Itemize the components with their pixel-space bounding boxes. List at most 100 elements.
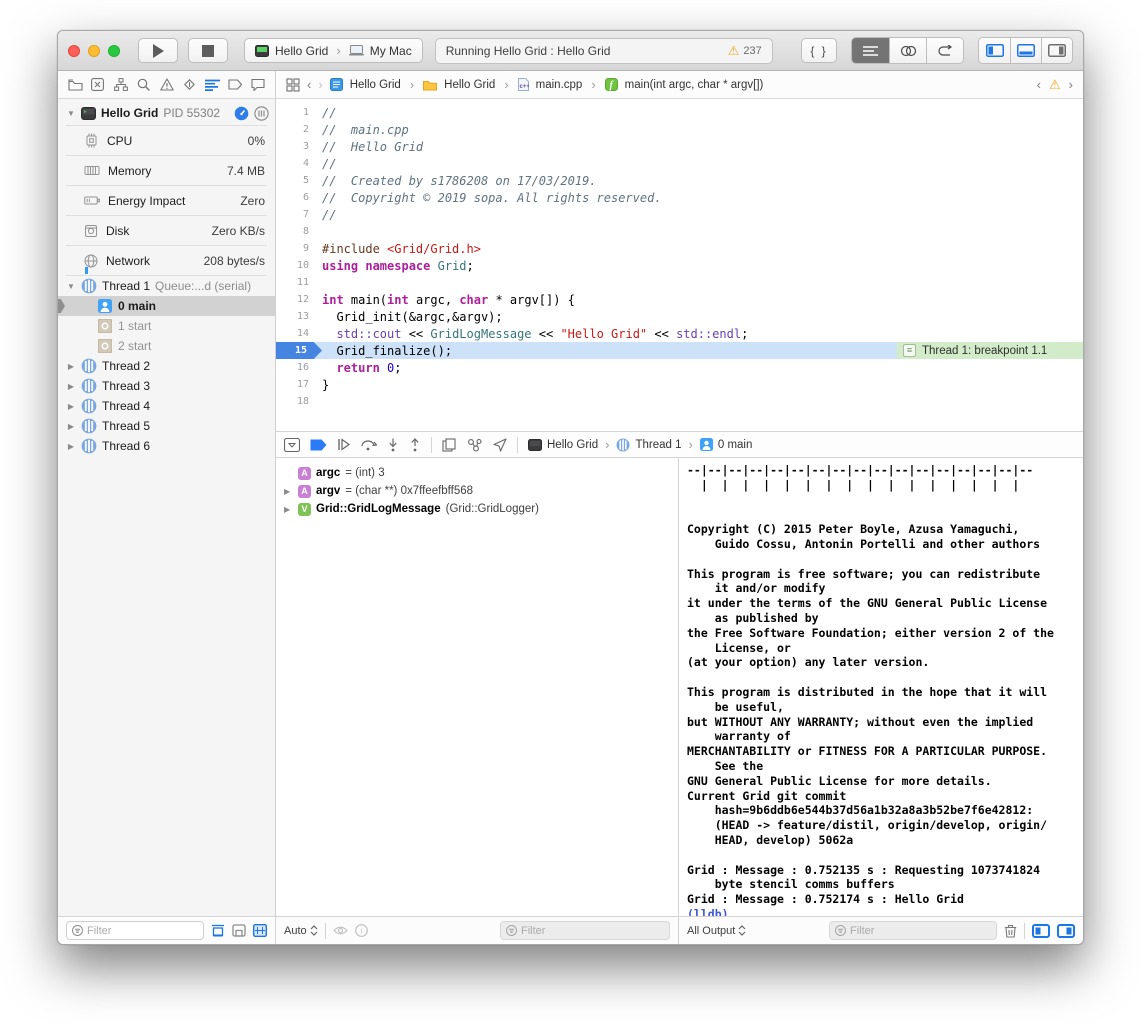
disclosure-closed-icon[interactable]: ▶: [66, 382, 76, 391]
line-number[interactable]: 10: [276, 260, 322, 271]
disclosure-closed-icon[interactable]: ▶: [66, 402, 76, 411]
debug-navigator-tab[interactable]: [203, 76, 221, 94]
close-window-button[interactable]: [68, 45, 80, 57]
minimize-window-button[interactable]: [88, 45, 100, 57]
variable-row[interactable]: ▶VGrid::GridLogMessage(Grid::GridLogger): [276, 500, 678, 518]
filter-input[interactable]: [87, 925, 198, 937]
line-number[interactable]: 8: [276, 226, 322, 237]
view-hierarchy-button[interactable]: [442, 438, 457, 452]
quicklook-eye-icon[interactable]: [333, 925, 348, 936]
line-number[interactable]: 9: [276, 243, 322, 254]
project-navigator-tab[interactable]: [66, 76, 84, 94]
hide-debug-area-button[interactable]: [284, 438, 300, 452]
line-number[interactable]: 14: [276, 328, 322, 339]
disclosure-closed-icon[interactable]: ▶: [284, 505, 293, 514]
debug-crumb-thread[interactable]: Thread 1: [635, 439, 681, 451]
back-button[interactable]: ‹: [307, 77, 311, 92]
variables-view[interactable]: Aargc= (int) 3▶Aargv= (char **) 0x7ffeef…: [276, 458, 679, 916]
find-navigator-tab[interactable]: [135, 76, 153, 94]
related-items-icon[interactable]: [286, 78, 300, 92]
debug-crumb-process[interactable]: Hello Grid: [547, 439, 598, 451]
line-number[interactable]: 5: [276, 175, 322, 186]
navigator-filter-field[interactable]: [66, 921, 204, 940]
gauge-row-memory[interactable]: Memory7.4 MB: [58, 156, 275, 185]
filter-running-threads-button[interactable]: [211, 924, 225, 937]
previous-issue-button[interactable]: ‹: [1037, 77, 1041, 92]
console-output[interactable]: --|--|--|--|--|--|--|--|--|--|--|--|--|-…: [679, 458, 1083, 916]
gauge-row-energy-impact[interactable]: Energy ImpactZero: [58, 186, 275, 215]
line-number[interactable]: 18: [276, 396, 322, 407]
simulate-location-button[interactable]: [493, 438, 507, 452]
disclosure-closed-icon[interactable]: ▶: [66, 422, 76, 431]
line-number[interactable]: 7: [276, 209, 322, 220]
line-number[interactable]: 11: [276, 277, 322, 288]
step-over-button[interactable]: [361, 438, 377, 451]
thread-row[interactable]: ▶Thread 4: [58, 396, 275, 416]
forward-button[interactable]: ›: [318, 77, 322, 92]
breadcrumb-file[interactable]: main.cpp: [536, 79, 583, 91]
filter-input[interactable]: [850, 925, 991, 937]
standard-editor-button[interactable]: [852, 38, 889, 63]
breadcrumb-project[interactable]: Hello Grid: [350, 79, 401, 91]
assistant-editor-button[interactable]: [889, 38, 926, 63]
line-number[interactable]: 16: [276, 362, 322, 373]
thread-row[interactable]: ▶Thread 3: [58, 376, 275, 396]
filter-input[interactable]: [521, 925, 664, 937]
line-number[interactable]: 6: [276, 192, 322, 203]
source-editor[interactable]: 1//2// main.cpp3// Hello Grid4//5// Crea…: [276, 99, 1083, 431]
thread-row[interactable]: ▶Thread 5: [58, 416, 275, 436]
line-number[interactable]: 13: [276, 311, 322, 322]
stop-button[interactable]: [188, 38, 228, 63]
memory-debug-icon[interactable]: [254, 106, 269, 121]
disclosure-open-icon[interactable]: ▼: [66, 282, 76, 291]
toggle-console-view-button[interactable]: [1057, 924, 1075, 938]
gauge-row-disk[interactable]: DiskZero KB/s: [58, 216, 275, 245]
breadcrumb-group[interactable]: Hello Grid: [444, 79, 495, 91]
next-issue-button[interactable]: ›: [1069, 77, 1073, 92]
clear-console-trash-icon[interactable]: [1004, 924, 1017, 938]
view-mode-button[interactable]: [253, 924, 267, 937]
memory-graph-button[interactable]: [467, 438, 483, 452]
breakpoint-annotation[interactable]: ≡Thread 1: breakpoint 1.1: [897, 342, 1083, 359]
breakpoints-toggle-button[interactable]: [310, 439, 327, 451]
report-navigator-tab[interactable]: [249, 76, 267, 94]
line-number[interactable]: 4: [276, 158, 322, 169]
stack-frame-row[interactable]: 2 start: [58, 336, 275, 356]
debug-crumb-frame[interactable]: 0 main: [718, 439, 753, 451]
breakpoint-navigator-tab[interactable]: [226, 76, 244, 94]
line-number[interactable]: 2: [276, 124, 322, 135]
code-snippet-button[interactable]: { }: [801, 38, 837, 63]
symbol-navigator-tab[interactable]: [112, 76, 130, 94]
disclosure-closed-icon[interactable]: ▶: [284, 487, 293, 496]
scheme-selector[interactable]: Hello Grid › My Mac: [244, 38, 423, 63]
run-button[interactable]: [138, 38, 178, 63]
console-filter-field[interactable]: [829, 921, 997, 940]
version-editor-button[interactable]: [926, 38, 963, 63]
disclosure-closed-icon[interactable]: ▶: [66, 442, 76, 451]
stack-frame-row[interactable]: 0 main: [58, 296, 275, 316]
filter-crashed-threads-button[interactable]: [232, 924, 246, 937]
continue-button[interactable]: [337, 438, 351, 451]
line-number[interactable]: 12: [276, 294, 322, 305]
disclosure-open-icon[interactable]: ▼: [66, 109, 76, 118]
breadcrumb-symbol[interactable]: main(int argc, char * argv[]): [625, 79, 764, 91]
pause-gauge-icon[interactable]: [234, 106, 249, 121]
line-number[interactable]: 1: [276, 107, 322, 118]
variables-filter-field[interactable]: [500, 921, 670, 940]
issue-warning-icon[interactable]: ⚠: [1049, 78, 1061, 91]
stack-frame-row[interactable]: 1 start: [58, 316, 275, 336]
thread-row[interactable]: ▶Thread 2: [58, 356, 275, 376]
info-icon[interactable]: i: [355, 924, 368, 937]
toggle-navigator-button[interactable]: [979, 38, 1010, 63]
line-number[interactable]: 3: [276, 141, 322, 152]
step-out-button[interactable]: [409, 438, 421, 452]
step-into-button[interactable]: [387, 438, 399, 452]
variable-row[interactable]: ▶Aargv= (char **) 0x7ffeefbff568: [276, 482, 678, 500]
warning-count-badge[interactable]: ⚠ 237: [728, 44, 762, 57]
source-control-navigator-tab[interactable]: [89, 76, 107, 94]
issue-navigator-tab[interactable]: [158, 76, 176, 94]
toggle-inspector-button[interactable]: [1041, 38, 1072, 63]
thread-row[interactable]: ▼Thread 1Queue:...d (serial): [58, 276, 275, 296]
variables-scope-popup[interactable]: Auto: [284, 925, 318, 937]
line-number[interactable]: 17: [276, 379, 322, 390]
